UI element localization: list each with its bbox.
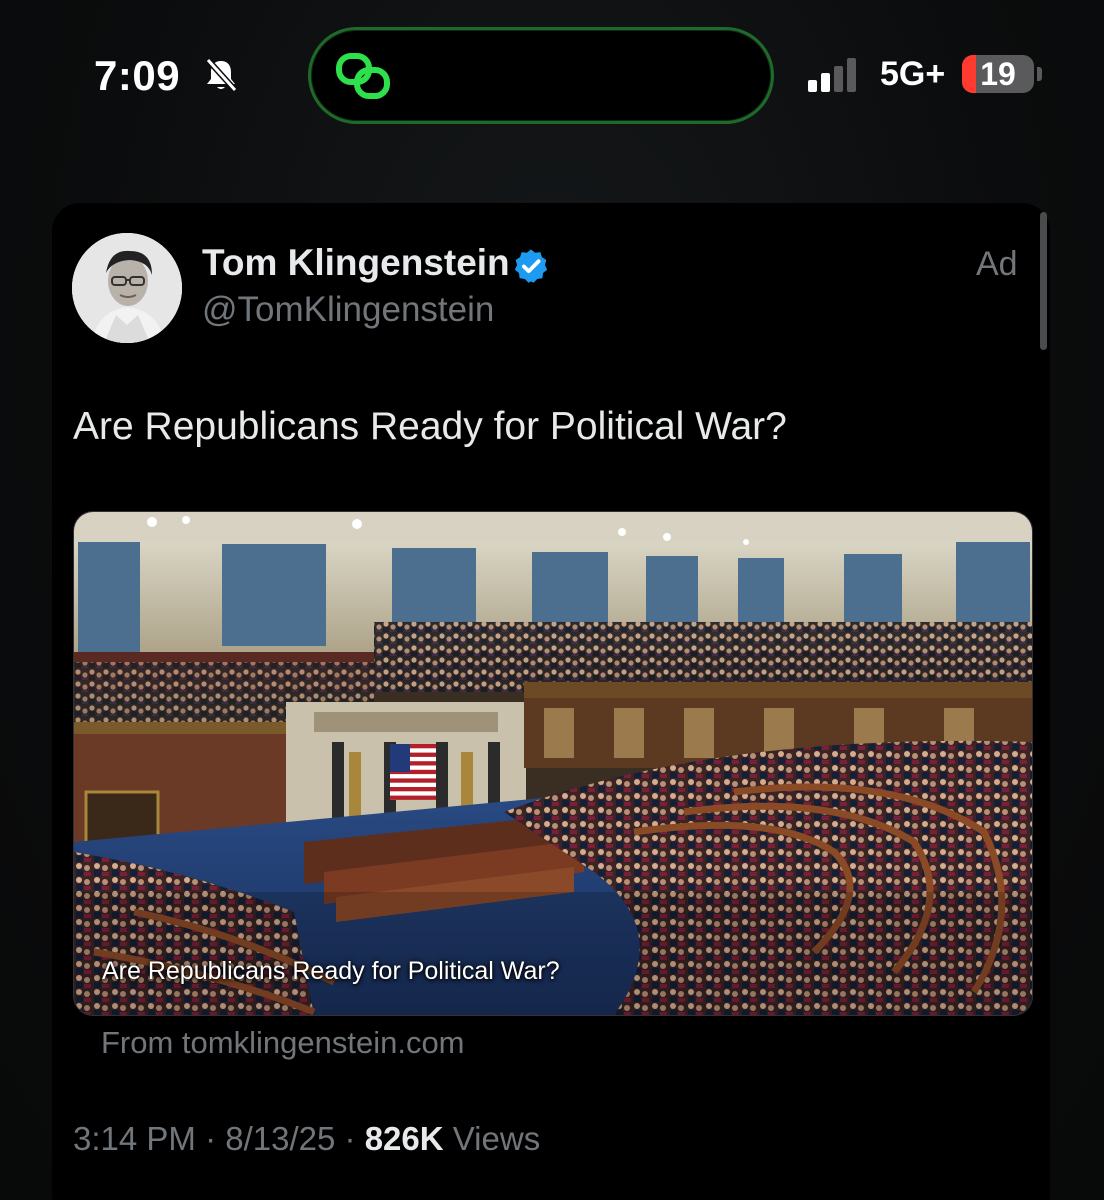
dynamic-island[interactable] bbox=[308, 27, 774, 124]
house-chamber-photo bbox=[74, 512, 1032, 1015]
link-source[interactable]: From tomklingenstein.com bbox=[101, 1025, 465, 1061]
signal-icon bbox=[808, 58, 856, 92]
views-label[interactable]: Views bbox=[453, 1120, 540, 1157]
author-handle[interactable]: @TomKlingenstein bbox=[202, 290, 494, 330]
status-time: 7:09 bbox=[94, 52, 181, 99]
verified-badge-icon bbox=[514, 249, 548, 283]
network-type: 5G+ bbox=[880, 55, 946, 93]
battery-percent: 19 bbox=[980, 56, 1016, 92]
link-card-image[interactable]: Are Republicans Ready for Political War? bbox=[73, 511, 1033, 1016]
scrollbar[interactable] bbox=[1040, 212, 1047, 350]
author-name[interactable]: Tom Klingenstein bbox=[202, 242, 510, 284]
link-card-title[interactable]: Are Republicans Ready for Political War? bbox=[102, 957, 560, 986]
meta-separator: · bbox=[344, 1120, 365, 1157]
meta-separator: · bbox=[205, 1120, 226, 1157]
battery-indicator: 19 bbox=[962, 55, 1034, 93]
tweet-date: 8/13/25 bbox=[225, 1120, 336, 1157]
battery-cap bbox=[1037, 67, 1042, 81]
views-count[interactable]: 826K bbox=[365, 1120, 444, 1157]
tweet-meta: 3:14 PM · 8/13/25 · 826K Views bbox=[73, 1120, 540, 1158]
phone-screen: 7:09 5G+ 19 Tom Klingenstein @TomKlingen… bbox=[0, 0, 1104, 1200]
island-app-icon bbox=[336, 53, 390, 99]
bell-slash-icon bbox=[205, 57, 238, 93]
avatar-photo bbox=[72, 233, 182, 343]
tweet-time: 3:14 PM bbox=[73, 1120, 196, 1157]
author-avatar[interactable] bbox=[72, 233, 182, 343]
ad-label[interactable]: Ad bbox=[976, 245, 1018, 284]
tweet-text: Are Republicans Ready for Political War? bbox=[73, 405, 787, 448]
